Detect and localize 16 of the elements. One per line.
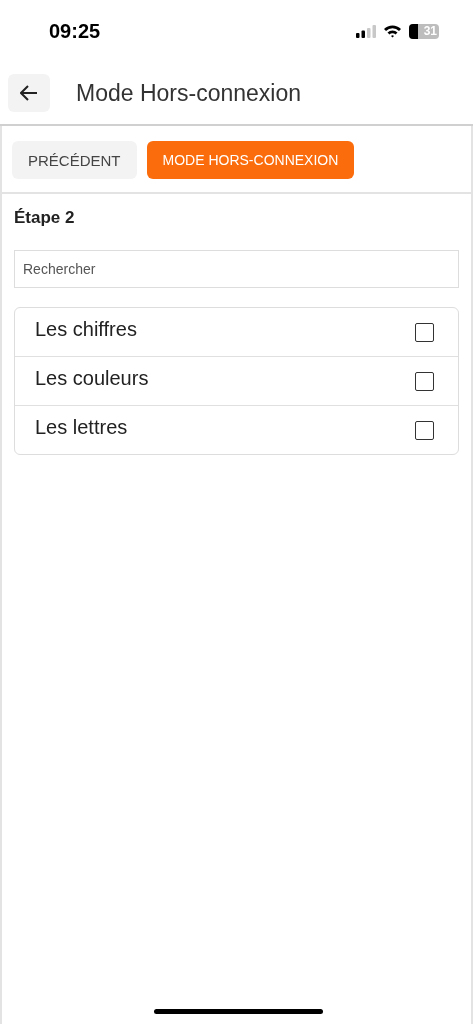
arrow-left-icon	[20, 85, 38, 101]
wifi-icon	[383, 24, 402, 38]
item-label: Les chiffres	[35, 317, 137, 341]
item-label: Les couleurs	[35, 366, 149, 390]
previous-button[interactable]: PRÉCÉDENT	[12, 141, 137, 179]
page-title: Mode Hors-connexion	[76, 79, 301, 107]
checkbox[interactable]	[415, 420, 434, 440]
signal-icon	[356, 24, 376, 38]
step-title: Étape 2	[14, 208, 76, 228]
checkbox[interactable]	[415, 322, 434, 342]
item-label: Les lettres	[35, 415, 128, 439]
back-button[interactable]	[8, 74, 50, 112]
checkbox[interactable]	[415, 371, 434, 391]
search-field[interactable]: Rechercher	[14, 250, 459, 288]
status-time: 09:25	[49, 19, 101, 43]
battery-icon: 31	[409, 23, 439, 39]
